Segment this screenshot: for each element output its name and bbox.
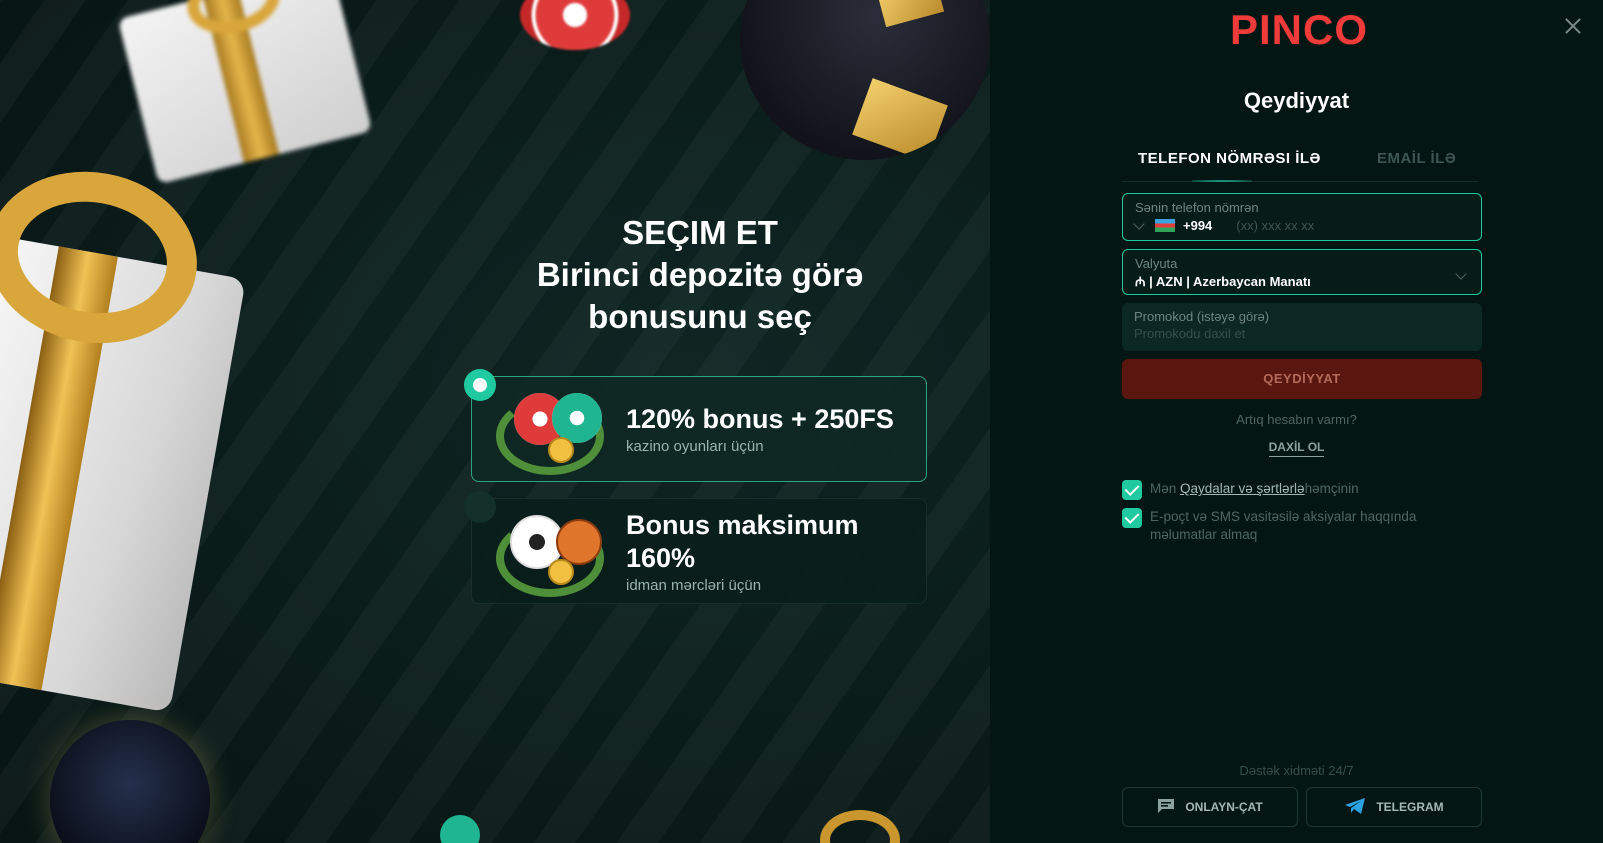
logo-text: PINCO	[1230, 6, 1369, 53]
login-link-wrap: DAXİL OL	[990, 440, 1603, 457]
marketing-consent: E-poçt və SMS vasitəsilə aksiyalar haqqı…	[1122, 508, 1482, 544]
bonus-subtitle: idman mərcləri üçün	[626, 576, 762, 594]
currency-value[interactable]: ₼ | AZN | Azerbaycan Manatı	[1135, 272, 1469, 290]
currency-select[interactable]: Valyuta ₼ | AZN | Azerbaycan Manatı	[1122, 249, 1482, 295]
soccer-ball-decoration	[740, 0, 990, 160]
bonus-title: 120% bonus + 250FS	[626, 404, 894, 434]
telegram-button[interactable]: TELEGRAM	[1306, 787, 1482, 827]
chat-button-label: ONLAYN-ÇAT	[1185, 800, 1263, 814]
tab-email[interactable]: EMAİL İLƏ	[1361, 146, 1472, 181]
promo-section: SEÇIM ET Birinci depozitə görə bonusunu …	[0, 0, 990, 843]
support-text: Dəstək xidməti 24/7	[1239, 763, 1354, 778]
bonus-title: Bonus maksimum 160%	[626, 509, 859, 573]
az-flag-icon	[1155, 219, 1175, 232]
registration-panel: PINCO Qeydiyyat TELEFON NÖMRƏSI İLƏ EMAİ…	[990, 0, 1603, 843]
checkbox-checked-icon[interactable]	[1122, 508, 1142, 528]
terms-consent: Mən Qaydalar və şərtlərləhəmçinin	[1122, 480, 1359, 500]
promocode-label: Promokod (istəyə görə)	[1134, 309, 1270, 324]
chip-bottom-decoration	[440, 815, 480, 843]
big-gift-decoration	[0, 227, 246, 713]
currency-label: Valyuta	[1135, 256, 1178, 271]
phone-placeholder[interactable]: (xx) xxx xx xx	[1236, 218, 1314, 233]
casino-chip-decoration	[520, 0, 630, 50]
bonus-subtitle: kazino oyunları üçün	[626, 438, 764, 455]
have-account-text: Artıq hesabın varmı?	[1236, 412, 1357, 427]
page-title: Qeydiyyat	[1243, 88, 1350, 113]
terms-link[interactable]: Qaydalar və şərtlərlə	[1180, 481, 1305, 496]
casino-chips-icon	[490, 381, 610, 477]
checkbox-checked-icon[interactable]	[1122, 480, 1142, 500]
telegram-button-label: TELEGRAM	[1376, 800, 1444, 814]
chat-icon	[1157, 798, 1175, 817]
promo-heading-line3: bonusunu seç	[588, 298, 812, 335]
sports-balls-icon	[490, 503, 610, 599]
tab-phone[interactable]: TELEFON NÖMRƏSI İLƏ	[1122, 146, 1337, 182]
pinco-logo: PINCO	[1230, 6, 1368, 54]
country-code[interactable]: +994	[1183, 218, 1212, 233]
consent1-suffix: həmçinin	[1304, 481, 1359, 496]
bonus-option-sports[interactable]: Bonus maksimum 160% idman mərcləri üçün	[464, 491, 927, 604]
telegram-icon	[1344, 797, 1366, 818]
close-icon[interactable]	[1561, 14, 1585, 38]
bonus-option-casino[interactable]: 120% bonus + 250FS kazino oyunları üçün	[464, 369, 927, 482]
coin-bottom-decoration	[820, 810, 900, 843]
phone-label: Sənin telefon nömrən	[1135, 200, 1259, 215]
promo-heading: SEÇIM ET Birinci depozitə görə bonusunu …	[460, 212, 940, 338]
chevron-down-icon[interactable]	[1133, 217, 1145, 230]
login-link[interactable]: DAXİL OL	[1268, 440, 1325, 457]
consent1-prefix: Mən	[1150, 481, 1181, 496]
phone-field[interactable]: Sənin telefon nömrən +994 (xx) xxx xx xx	[1122, 193, 1482, 241]
promocode-placeholder[interactable]: Promokodu daxil et	[1134, 326, 1470, 341]
registration-tabs: TELEFON NÖMRƏSI İLƏ EMAİL İLƏ	[1122, 146, 1478, 182]
promo-heading-line2: Birinci depozitə görə	[536, 256, 864, 293]
consent2-text: E-poçt və SMS vasitəsilə aksiyalar haqqı…	[1150, 509, 1417, 542]
register-button[interactable]: QEYDİYYAT	[1122, 359, 1482, 399]
online-chat-button[interactable]: ONLAYN-ÇAT	[1122, 787, 1298, 827]
promocode-field[interactable]: Promokod (istəyə görə) Promokodu daxil e…	[1122, 303, 1482, 351]
gift-decoration	[117, 0, 373, 185]
promo-heading-line1: SEÇIM ET	[622, 214, 778, 251]
cup-decoration	[50, 720, 210, 843]
